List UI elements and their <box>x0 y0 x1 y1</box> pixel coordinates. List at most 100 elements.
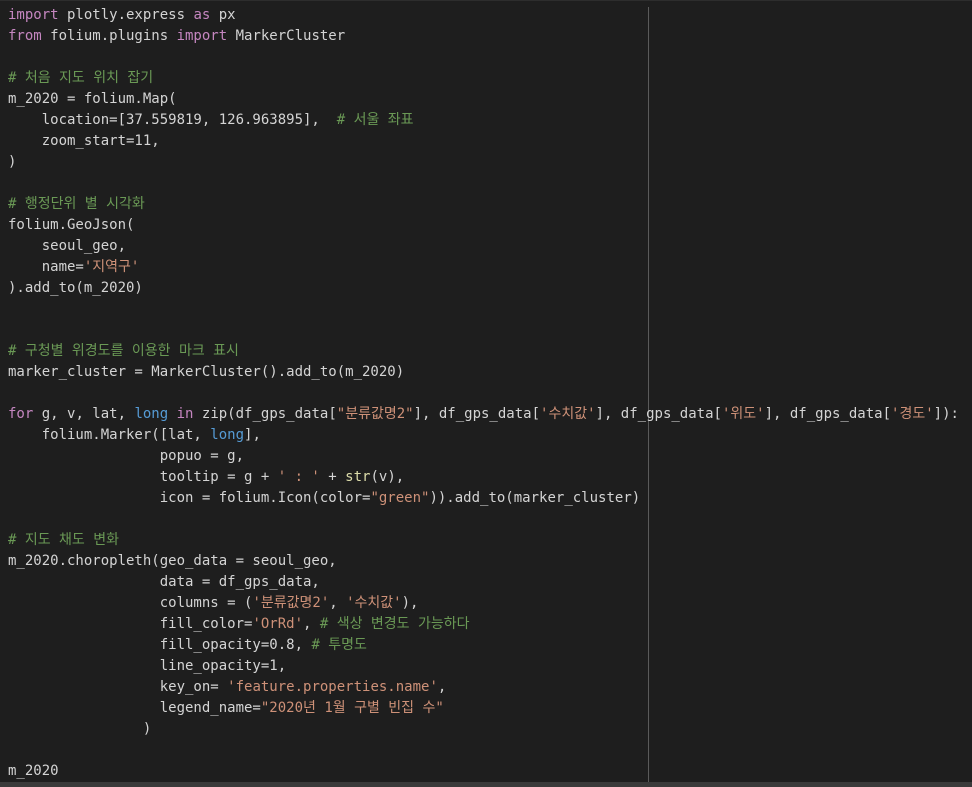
code-line[interactable] <box>8 509 972 530</box>
code-line[interactable]: ) <box>8 152 972 173</box>
code-token: , <box>329 595 347 611</box>
code-line[interactable]: key_on= 'feature.properties.name', <box>8 677 972 698</box>
code-line[interactable]: tooltip = g + ' : ' + str(v), <box>8 467 972 488</box>
code-token: '위도' <box>721 406 765 422</box>
code-token: , <box>437 679 447 695</box>
code-token: "2020년 1월 구별 빈집 수" <box>260 700 444 716</box>
code-token: import <box>8 7 59 23</box>
code-line[interactable]: # 지도 채도 변화 <box>8 530 972 551</box>
code-token: ], df_gps_data[ <box>764 406 892 422</box>
code-token: ' : ' <box>277 469 320 485</box>
code-token: ).add_to(m_2020) <box>8 280 143 296</box>
code-token: # 구청별 위경도를 이용한 마크 표시 <box>8 343 239 359</box>
code-line[interactable]: icon = folium.Icon(color="green")).add_t… <box>8 488 972 509</box>
code-area[interactable]: import plotly.express as px from folium.p… <box>8 5 972 782</box>
code-line[interactable]: import plotly.express as px <box>8 5 972 26</box>
code-line[interactable]: popuo = g, <box>8 446 972 467</box>
code-line[interactable]: location=[37.559819, 126.963895], # 서울 좌… <box>8 110 972 131</box>
code-token: # 서울 좌표 <box>336 112 414 128</box>
code-line[interactable]: ).add_to(m_2020) <box>8 278 972 299</box>
code-line[interactable]: # 행정단위 별 시각화 <box>8 194 972 215</box>
code-token: m_2020 <box>8 763 59 779</box>
code-token: marker_cluster = MarkerCluster().add_to(… <box>8 364 405 380</box>
code-token: "분류값명2" <box>336 406 414 422</box>
code-token: ], df_gps_data[ <box>413 406 541 422</box>
code-token: legend_name= <box>8 700 261 716</box>
code-token: folium.GeoJson( <box>8 217 135 233</box>
code-line[interactable]: line_opacity=1, <box>8 656 972 677</box>
code-line[interactable]: # 처음 지도 위치 잡기 <box>8 68 972 89</box>
code-token: ) <box>8 721 152 737</box>
code-token: fill_opacity=0.8, <box>8 637 312 653</box>
code-line[interactable] <box>8 740 972 761</box>
code-line[interactable]: folium.GeoJson( <box>8 215 972 236</box>
code-token: import <box>176 28 228 44</box>
code-token: as <box>193 7 211 23</box>
code-token: icon = folium.Icon(color= <box>8 490 371 506</box>
code-token: '수치값' <box>346 595 402 611</box>
code-line[interactable] <box>8 383 972 404</box>
code-line[interactable] <box>8 299 972 320</box>
code-line[interactable]: zoom_start=11, <box>8 131 972 152</box>
code-line[interactable]: name='지역구' <box>8 257 972 278</box>
code-token: ], df_gps_data[ <box>595 406 722 422</box>
code-line[interactable]: marker_cluster = MarkerCluster().add_to(… <box>8 362 972 383</box>
code-token: ), <box>401 595 419 611</box>
code-token: , <box>303 616 320 632</box>
code-token: )).add_to(marker_cluster) <box>429 490 641 506</box>
code-token: ], <box>244 427 261 443</box>
code-line[interactable]: # 구청별 위경도를 이용한 마크 표시 <box>8 341 972 362</box>
code-line[interactable]: m_2020 = folium.Map( <box>8 89 972 110</box>
code-token: "green" <box>370 490 430 506</box>
code-token: zoom_start=11, <box>8 133 160 149</box>
code-line[interactable]: fill_color='OrRd', # 색상 변경도 가능하다 <box>8 614 972 635</box>
code-token: key_on= <box>8 679 228 695</box>
code-line[interactable]: seoul_geo, <box>8 236 972 257</box>
code-token: # 지도 채도 변화 <box>8 532 119 548</box>
code-token: m_2020 = folium.Map( <box>8 91 177 107</box>
code-token: folium.plugins <box>41 28 177 44</box>
code-token: long <box>210 427 245 443</box>
code-token: ]): <box>933 406 959 422</box>
code-line[interactable]: columns = ('분류값명2', '수치값'), <box>8 593 972 614</box>
code-editor[interactable]: import plotly.express as px from folium.p… <box>0 0 972 787</box>
code-token: '분류값명2' <box>252 595 330 611</box>
code-line[interactable] <box>8 173 972 194</box>
code-line[interactable]: folium.Marker([lat, long], <box>8 425 972 446</box>
code-token: # 투명도 <box>311 637 367 653</box>
code-line[interactable]: from folium.plugins import MarkerCluster <box>8 26 972 47</box>
code-token: g, v, lat, <box>33 406 135 422</box>
code-token: data = df_gps_data, <box>8 574 320 590</box>
code-token: location=[37.559819, 126.963895], <box>8 112 337 128</box>
code-token: px <box>210 7 236 23</box>
code-token: # 행정단위 별 시각화 <box>8 196 145 212</box>
code-token: m_2020.choropleth(geo_data = seoul_geo, <box>8 553 337 569</box>
code-line[interactable]: fill_opacity=0.8, # 투명도 <box>8 635 972 656</box>
code-token: folium.Marker([lat, <box>8 427 211 443</box>
code-token: long <box>134 406 169 422</box>
code-line[interactable]: m_2020.choropleth(geo_data = seoul_geo, <box>8 551 972 572</box>
code-token: fill_color= <box>8 616 253 632</box>
code-line[interactable] <box>8 47 972 68</box>
code-token: str <box>345 469 371 485</box>
code-token: ) <box>8 154 17 170</box>
code-token: for <box>8 406 34 422</box>
code-token: 'feature.properties.name' <box>227 679 438 695</box>
code-line[interactable] <box>8 320 972 341</box>
code-token: # 색상 변경도 가능하다 <box>319 616 470 632</box>
code-line[interactable]: m_2020 <box>8 761 972 782</box>
code-token: columns = ( <box>8 595 253 611</box>
code-token: # 처음 지도 위치 잡기 <box>8 70 154 86</box>
code-line[interactable]: for g, v, lat, long in zip(df_gps_data["… <box>8 404 972 425</box>
code-token: MarkerCluster <box>227 28 346 44</box>
code-token: (v), <box>370 469 405 485</box>
code-token: 'OrRd' <box>252 616 304 632</box>
code-token: from <box>8 28 42 44</box>
code-token: zip(df_gps_data[ <box>193 406 337 422</box>
horizontal-scrollbar[interactable] <box>0 782 972 787</box>
code-line[interactable]: ) <box>8 719 972 740</box>
code-line[interactable]: legend_name="2020년 1월 구별 빈집 수" <box>8 698 972 719</box>
code-line[interactable]: data = df_gps_data, <box>8 572 972 593</box>
code-token: in <box>176 406 194 422</box>
